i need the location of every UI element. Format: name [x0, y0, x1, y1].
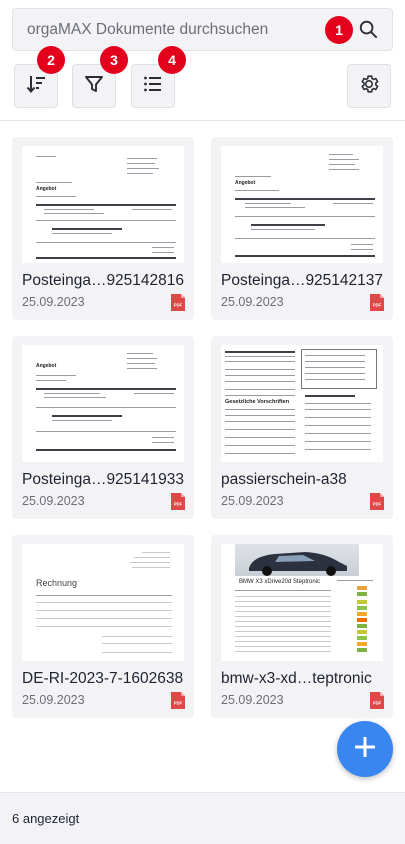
svg-text:PDF: PDF: [373, 701, 382, 706]
thumb-heading: Rechnung: [36, 578, 78, 588]
document-title: DE-RI-2023-7-1602638: [22, 670, 184, 687]
status-footer: 6 angezeigt: [0, 792, 405, 844]
svg-text:PDF: PDF: [174, 701, 183, 706]
pdf-file-icon: PDF: [370, 692, 384, 709]
document-date: 25.09.2023: [221, 693, 284, 707]
document-title: Posteinga…925141933: [22, 471, 185, 488]
document-count: 6 angezeigt: [12, 811, 80, 826]
thumb-heading: Angebot: [36, 186, 57, 192]
document-thumbnail: Angebot: [221, 146, 383, 263]
document-card-1[interactable]: Angebot Posteinga…925142816 25.09.2023 P…: [12, 137, 194, 320]
document-card-5[interactable]: Rechnung DE-RI-2023-7-1602638 25.09.2023…: [12, 535, 194, 718]
pdf-file-icon: PDF: [171, 493, 185, 510]
document-title: Posteinga…925142137: [221, 272, 384, 289]
thumb-heading: Angebot: [235, 180, 256, 186]
document-card-4[interactable]: Gesetzliche Vorschriften passierschein-a…: [211, 336, 393, 519]
document-title: bmw-x3-xd…teptronic: [221, 670, 372, 687]
document-date: 25.09.2023: [22, 693, 85, 707]
document-date: 25.09.2023: [22, 494, 85, 508]
pdf-file-icon: PDF: [370, 294, 384, 311]
sort-icon: [25, 73, 47, 100]
document-browser: 1 2 3 4: [0, 0, 405, 844]
svg-text:PDF: PDF: [174, 303, 183, 308]
pdf-file-icon: PDF: [171, 692, 185, 709]
document-thumbnail: Angebot: [22, 345, 184, 462]
thumb-heading: Gesetzliche Vorschriften: [225, 399, 290, 405]
gear-icon: [358, 73, 380, 100]
filter-icon: [83, 73, 105, 100]
document-thumbnail: Angebot: [22, 146, 184, 263]
add-document-button[interactable]: [337, 721, 393, 777]
annotation-badge-3: 3: [100, 46, 128, 74]
document-title: Posteinga…925142816: [22, 272, 185, 289]
document-title: passierschein-a38: [221, 471, 347, 488]
document-thumbnail: Gesetzliche Vorschriften: [221, 345, 383, 462]
toolbar-divider: [0, 120, 405, 121]
annotation-badge-2: 2: [37, 46, 65, 74]
search-icon[interactable]: [358, 20, 378, 40]
document-date: 25.09.2023: [221, 295, 284, 309]
pdf-file-icon: PDF: [370, 493, 384, 510]
document-thumbnail: BMW X3 xDrive20d Steptronic: [221, 544, 383, 661]
annotation-badge-4: 4: [158, 46, 186, 74]
document-card-6[interactable]: BMW X3 xDrive20d Steptronic bmw-x3-xd…te…: [211, 535, 393, 718]
car-image: [235, 544, 359, 576]
search-input[interactable]: [27, 20, 358, 39]
plus-icon: [353, 735, 377, 764]
document-card-2[interactable]: Angebot Posteinga…925142137 25.09.2023 P…: [211, 137, 393, 320]
pdf-file-icon: PDF: [171, 294, 185, 311]
document-date: 25.09.2023: [221, 494, 284, 508]
document-card-3[interactable]: Angebot Posteinga…925141933 25.09.2023 P…: [12, 336, 194, 519]
document-thumbnail: Rechnung: [22, 544, 184, 661]
thumb-heading: Angebot: [36, 363, 57, 369]
thumb-heading: BMW X3 xDrive20d Steptronic: [239, 579, 321, 585]
list-view-icon: [142, 73, 164, 100]
document-date: 25.09.2023: [22, 295, 85, 309]
annotation-badge-1: 1: [325, 16, 353, 44]
svg-text:PDF: PDF: [174, 502, 183, 507]
svg-text:PDF: PDF: [373, 502, 382, 507]
settings-button[interactable]: [347, 64, 391, 108]
svg-text:PDF: PDF: [373, 303, 382, 308]
